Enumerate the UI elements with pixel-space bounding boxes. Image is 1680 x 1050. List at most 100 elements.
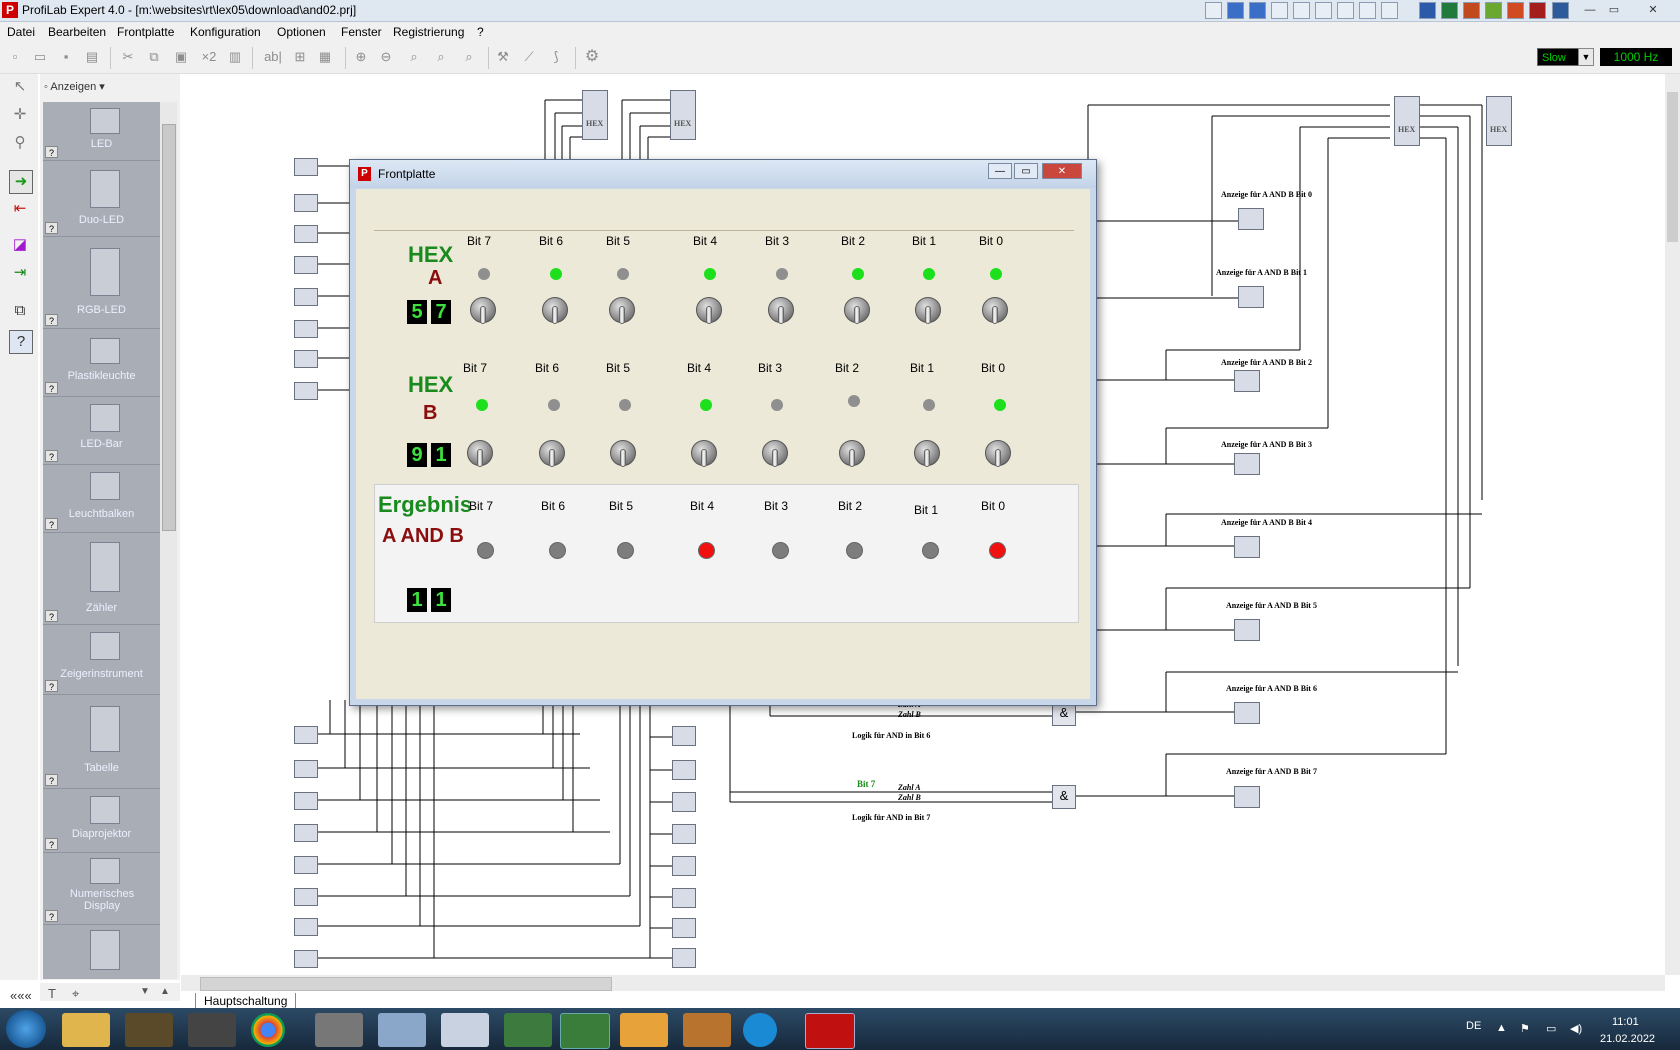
led-component-bit2[interactable] [1234,370,1260,392]
profilab-taskbar-icon[interactable] [805,1013,855,1049]
vertical-scroll-thumb[interactable] [1667,92,1678,242]
toggle-switch-a[interactable] [542,297,568,324]
toggle-switch-a[interactable] [982,297,1008,324]
clock-date[interactable]: 21.02.2022 [1600,1033,1655,1045]
globe-app-icon[interactable] [504,1013,552,1047]
led-component[interactable] [672,792,696,812]
led-label-bit0: Anzeige für A AND B Bit 0 [1221,190,1312,199]
switch-component[interactable] [294,888,318,906]
notes-app-icon[interactable] [378,1013,426,1047]
tray-expand-icon[interactable]: ▲ [1496,1022,1507,1034]
edge-icon[interactable] [743,1013,777,1047]
led-component-bit5[interactable] [1234,619,1260,641]
settings-app-icon[interactable] [125,1013,173,1047]
and-gate-bit7[interactable]: & [1052,785,1076,809]
toggle-switch-a[interactable] [696,297,722,324]
horizontal-scroll-thumb[interactable] [200,977,612,991]
chrome-icon[interactable] [251,1013,285,1047]
clock-time[interactable]: 11:01 [1612,1016,1639,1028]
volume-icon[interactable]: ◀) [1570,1022,1582,1035]
toggle-lever[interactable] [995,449,1001,467]
toggle-switch-b[interactable] [610,440,636,467]
maximize-button[interactable]: ▭ [1014,163,1038,179]
led-component[interactable] [672,948,696,968]
paint-app-icon[interactable] [683,1013,731,1047]
switch-component[interactable] [294,792,318,810]
switch-component[interactable] [294,726,318,744]
hex-display-component[interactable]: HEX [1486,96,1512,146]
led-component-bit0[interactable] [1238,208,1264,230]
bit7-label: Bit 7 [857,779,876,789]
toggle-lever[interactable] [477,449,483,467]
toggle-lever[interactable] [924,449,930,467]
toggle-switch-b[interactable] [467,440,493,467]
toggle-lever[interactable] [620,449,626,467]
switch-component[interactable] [294,824,318,842]
led-component[interactable] [672,918,696,938]
toggle-lever[interactable] [849,449,855,467]
minimize-button[interactable]: — [988,163,1012,179]
flag-icon[interactable]: ⚑ [1520,1022,1530,1035]
toggle-lever[interactable] [925,306,931,324]
toggle-lever[interactable] [552,306,558,324]
switch-component[interactable] [294,382,318,400]
toggle-switch-a[interactable] [915,297,941,324]
hex-display-component[interactable]: HEX [582,90,608,140]
switch-component[interactable] [294,350,318,368]
led-component[interactable] [672,824,696,844]
file-explorer-icon[interactable] [62,1013,110,1047]
toggle-lever[interactable] [854,306,860,324]
toggle-switch-b[interactable] [985,440,1011,467]
switch-component[interactable] [294,320,318,338]
switch-component[interactable] [294,256,318,274]
bit-label: Bit 3 [758,361,783,375]
toggle-switch-a[interactable] [470,297,496,324]
media-player-icon[interactable] [620,1013,668,1047]
calculator-app-icon[interactable] [441,1013,489,1047]
switch-component[interactable] [294,856,318,874]
led-component-bit1[interactable] [1238,286,1264,308]
switch-component[interactable] [294,288,318,306]
switch-component[interactable] [294,225,318,243]
frontplatte-titlebar [350,160,1096,188]
toggle-lever[interactable] [772,449,778,467]
toggle-switch-a[interactable] [844,297,870,324]
switch-component[interactable] [294,760,318,778]
toggle-lever[interactable] [701,449,707,467]
switch-component[interactable] [294,194,318,212]
power-icon[interactable]: ▭ [1546,1022,1556,1035]
toggle-switch-b[interactable] [691,440,717,467]
hex-display-component[interactable]: HEX [1394,96,1420,146]
toggle-switch-b[interactable] [539,440,565,467]
switch-component[interactable] [294,950,318,968]
close-button[interactable]: ✕ [1042,163,1082,179]
led-component-bit3[interactable] [1234,453,1260,475]
led-label-bit6: Anzeige für A AND B Bit 6 [1226,684,1317,693]
toggle-lever[interactable] [992,306,998,324]
start-button[interactable] [6,1010,46,1048]
chip-app-icon[interactable] [188,1013,236,1047]
toggle-lever[interactable] [778,306,784,324]
scanner-app-icon[interactable] [315,1013,363,1047]
toggle-switch-b[interactable] [762,440,788,467]
led-component[interactable] [672,760,696,780]
led-component-bit7[interactable] [1234,786,1260,808]
led-component-bit4[interactable] [1234,536,1260,558]
toggle-lever[interactable] [619,306,625,324]
green-app-icon[interactable] [560,1013,610,1049]
toggle-lever[interactable] [706,306,712,324]
switch-component[interactable] [294,918,318,936]
toggle-switch-b[interactable] [839,440,865,467]
toggle-switch-a[interactable] [609,297,635,324]
led-component-bit6[interactable] [1234,702,1260,724]
language-indicator[interactable]: DE [1466,1020,1481,1032]
toggle-switch-a[interactable] [768,297,794,324]
switch-component[interactable] [294,158,318,176]
led-component[interactable] [672,726,696,746]
toggle-lever[interactable] [549,449,555,467]
hex-display-component[interactable]: HEX [670,90,696,140]
toggle-switch-b[interactable] [914,440,940,467]
led-component[interactable] [672,888,696,908]
led-component[interactable] [672,856,696,876]
toggle-lever[interactable] [480,306,486,324]
